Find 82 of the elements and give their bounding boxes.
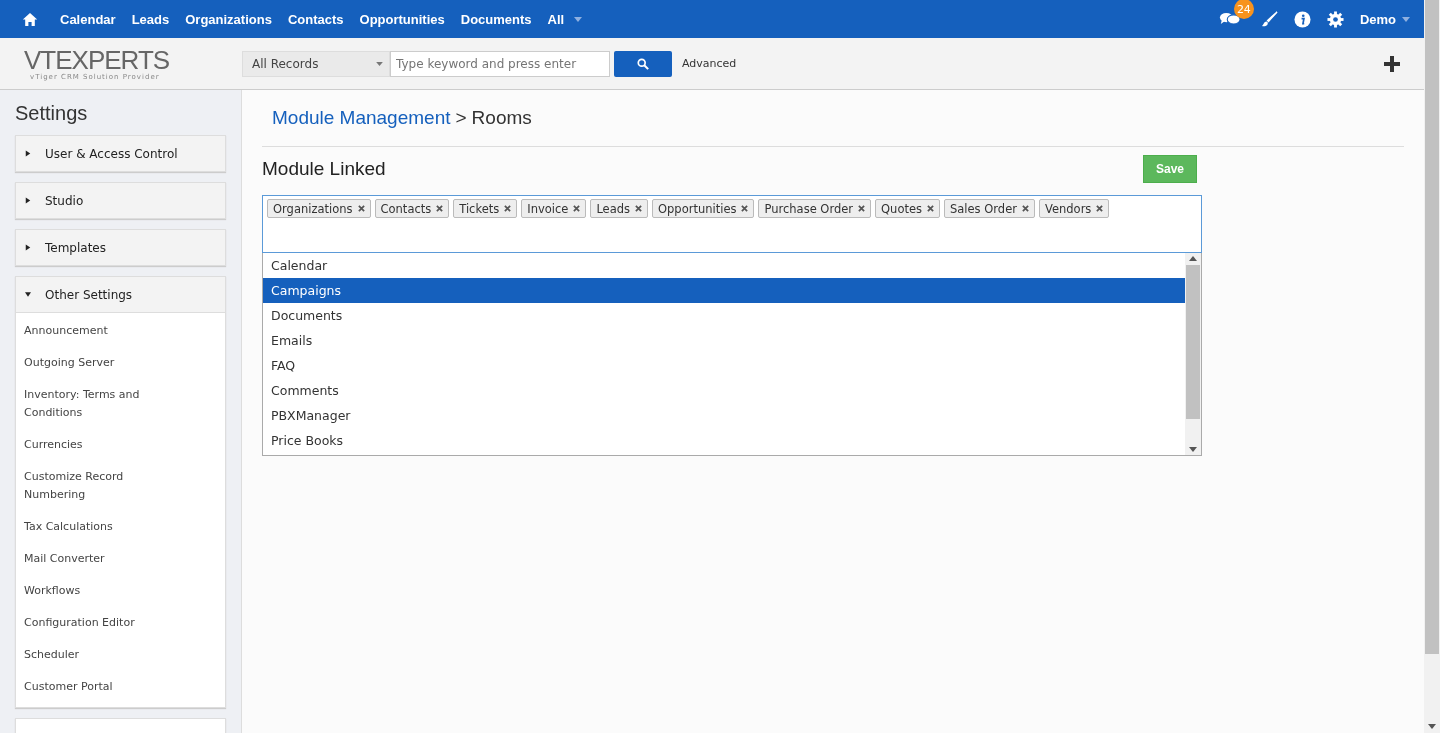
plus-icon[interactable] (1384, 55, 1400, 72)
dropdown-option[interactable]: Campaigns (263, 278, 1185, 303)
user-menu[interactable]: Demo (1359, 11, 1396, 27)
settings-link[interactable]: Customer Portal (16, 671, 182, 703)
breadcrumb-separator: > (455, 107, 467, 129)
nav-link[interactable]: Leads (131, 11, 170, 27)
collapse-triangle-icon (25, 291, 31, 298)
tag-label: Tickets (459, 201, 500, 216)
tag-label: Vendors (1044, 201, 1092, 216)
search-icon (637, 57, 649, 70)
breadcrumb-link[interactable]: Module Management (272, 107, 451, 129)
settings-link[interactable]: Inventory: Terms and Conditions (16, 379, 182, 429)
tag-label: Invoice (527, 201, 569, 216)
scroll-up-icon[interactable] (1189, 256, 1197, 261)
expand-triangle-icon (25, 244, 31, 251)
remove-icon[interactable] (573, 205, 581, 212)
search-field[interactable]: Type keyword and press enter (390, 50, 610, 77)
logo-name: VTEXPERTS (24, 46, 171, 73)
remove-icon[interactable] (1021, 205, 1029, 212)
remove-icon[interactable] (635, 205, 642, 212)
remove-icon[interactable] (357, 205, 365, 212)
tag-label: Opportunities (658, 201, 737, 216)
tag-label: Leads (596, 201, 630, 216)
tag-label: Purchase Order (764, 201, 854, 216)
dropdown-option[interactable]: PBXManager (263, 403, 1185, 428)
settings-link[interactable]: Currencies (16, 429, 182, 461)
dropdown-option[interactable]: Comments (263, 378, 1185, 403)
scrollbar[interactable] (1185, 253, 1201, 455)
tag-label: Organizations (273, 201, 353, 216)
remove-icon[interactable] (1096, 205, 1104, 212)
settings-link[interactable]: Tax Calculations (16, 511, 182, 543)
chat-icon[interactable] (1218, 11, 1241, 26)
settings-link[interactable]: Scheduler (16, 639, 182, 671)
nav-link[interactable]: Opportunities (359, 11, 445, 27)
section-header[interactable]: Other Settings (16, 277, 225, 312)
nav-link[interactable]: All (547, 11, 565, 27)
info-icon[interactable] (1293, 10, 1311, 28)
dropdown-option[interactable]: Price Books (263, 428, 1185, 453)
advanced-search-link[interactable]: Advanced (682, 57, 737, 70)
section-header[interactable]: Studio (16, 183, 225, 218)
breadcrumb-current: Rooms (471, 107, 532, 129)
page-scrollbar[interactable] (1424, 0, 1440, 733)
remove-icon[interactable] (927, 205, 934, 212)
scroll-down-icon[interactable] (1189, 447, 1197, 452)
settings-link[interactable]: Mail Converter (16, 543, 182, 575)
scroll-down-icon[interactable] (1428, 724, 1436, 729)
settings-link[interactable]: Customize Record Numbering (16, 461, 182, 511)
caret-icon (574, 16, 583, 22)
settings-icon[interactable] (1326, 10, 1344, 28)
module-select-field[interactable]: Organizations Contacts Tickets Invoice Leads Opportunities Purchase Order Quotes Sales Order Vendors (262, 195, 1202, 253)
remove-icon[interactable] (858, 205, 866, 212)
home-icon[interactable] (22, 11, 38, 27)
remove-icon[interactable] (436, 205, 444, 212)
notification-badge: 24 (1233, 0, 1254, 19)
settings-link[interactable]: Outgoing Server (16, 347, 182, 379)
nav-link[interactable]: Documents (460, 11, 532, 27)
settings-link[interactable]: Workflows (16, 575, 182, 607)
dropdown-option[interactable]: Calendar (263, 253, 1185, 278)
settings-link[interactable]: Configuration Editor (16, 607, 182, 639)
expand-triangle-icon (25, 197, 31, 204)
sidebar-title: Settings (15, 102, 89, 125)
nav-link[interactable]: Contacts (287, 11, 344, 27)
section-header[interactable]: User & Access Control (16, 136, 225, 171)
search-button[interactable] (614, 50, 672, 77)
caret-icon (1402, 16, 1410, 22)
remove-icon[interactable] (504, 205, 512, 212)
record-scope-dropdown[interactable]: All Records (242, 50, 390, 77)
brush-icon[interactable] (1260, 10, 1278, 28)
nav-link[interactable]: Organizations (185, 11, 272, 27)
tag-label: Contacts (380, 201, 432, 216)
tag-label: Sales Order (950, 201, 1017, 216)
caret-icon (376, 61, 383, 66)
dropdown-option[interactable]: FAQ (263, 353, 1185, 378)
tag-label: Quotes (881, 201, 922, 216)
settings-link[interactable]: Announcement (16, 315, 182, 347)
section-header[interactable]: Templates (16, 230, 225, 265)
nav-link[interactable]: Calendar (60, 11, 116, 27)
expand-triangle-icon (25, 150, 31, 157)
dropdown-option[interactable]: Emails (263, 328, 1185, 353)
remove-icon[interactable] (741, 205, 749, 212)
section-title: Module Linked (262, 158, 386, 180)
dropdown-option[interactable]: Documents (263, 303, 1185, 328)
